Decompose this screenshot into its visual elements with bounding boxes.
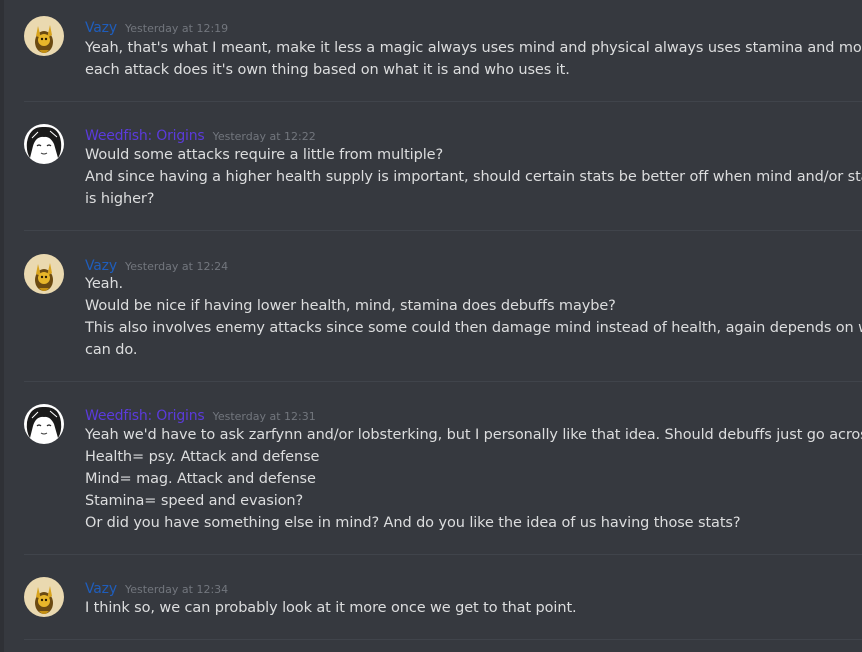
author-name[interactable]: Vazy <box>85 581 117 597</box>
message-timestamp[interactable]: Yesterday at 12:22 <box>213 130 316 143</box>
message-content: Yeah we'd have to ask zarfynn and/or lob… <box>85 424 862 534</box>
message-timestamp[interactable]: Yesterday at 12:24 <box>125 260 228 273</box>
message-content: I think so, we can probably look at it m… <box>85 597 847 619</box>
message-content: Would some attacks require a little from… <box>85 144 862 210</box>
chat-message-list[interactable]: Vazy Yesterday at 12:19 Yeah, that's wha… <box>0 0 862 652</box>
message-content: Yeah. Would be nice if having lower heal… <box>85 273 862 361</box>
author-name[interactable]: Weedfish: Origins <box>85 408 205 424</box>
message-line: Yeah, that's what I meant, make it less … <box>85 40 862 56</box>
message-divider <box>24 381 862 382</box>
channel-list-edge <box>0 0 4 652</box>
message-content: Yeah, that's what I meant, make it less … <box>85 37 862 81</box>
message-line: is higher? <box>85 191 155 207</box>
message-line: Would be nice if having lower health, mi… <box>85 298 616 314</box>
message-line: Health= psy. Attack and defense <box>85 449 320 465</box>
message-line: Would some attacks require a little from… <box>85 147 444 163</box>
message-line: can do. <box>85 342 138 358</box>
message-divider <box>24 639 862 640</box>
vazy-avatar-icon[interactable] <box>24 16 64 56</box>
message-divider <box>24 230 862 231</box>
message-line: And since having a higher health supply … <box>85 169 862 185</box>
author-name[interactable]: Weedfish: Origins <box>85 128 205 144</box>
message-header: Weedfish: Origins Yesterday at 12:22 <box>85 125 316 144</box>
message-header: Vazy Yesterday at 12:34 <box>85 578 228 597</box>
vazy-avatar-icon[interactable] <box>24 577 64 617</box>
message-line: Yeah. <box>85 276 124 292</box>
message-divider <box>24 101 862 102</box>
author-name[interactable]: Vazy <box>85 258 117 274</box>
message-line: each attack does it's own thing based on… <box>85 62 570 78</box>
message-header: Vazy Yesterday at 12:19 <box>85 17 228 36</box>
message-line: Or did you have something else in mind? … <box>85 515 741 531</box>
message-line: Yeah we'd have to ask zarfynn and/or lob… <box>85 427 862 443</box>
message-line: Mind= mag. Attack and defense <box>85 471 316 487</box>
message-timestamp[interactable]: Yesterday at 12:19 <box>125 22 228 35</box>
message-timestamp[interactable]: Yesterday at 12:34 <box>125 583 228 596</box>
message-header: Weedfish: Origins Yesterday at 12:31 <box>85 405 316 424</box>
message-header: Vazy Yesterday at 12:24 <box>85 255 228 274</box>
author-name[interactable]: Vazy <box>85 20 117 36</box>
weedfish-avatar-icon[interactable] <box>24 404 64 444</box>
weedfish-avatar-icon[interactable] <box>24 124 64 164</box>
message-divider <box>24 554 862 555</box>
message-line: I think so, we can probably look at it m… <box>85 600 577 616</box>
vazy-avatar-icon[interactable] <box>24 254 64 294</box>
message-line: Stamina= speed and evasion? <box>85 493 304 509</box>
message-timestamp[interactable]: Yesterday at 12:31 <box>213 410 316 423</box>
message-line: This also involves enemy attacks since s… <box>85 320 862 336</box>
